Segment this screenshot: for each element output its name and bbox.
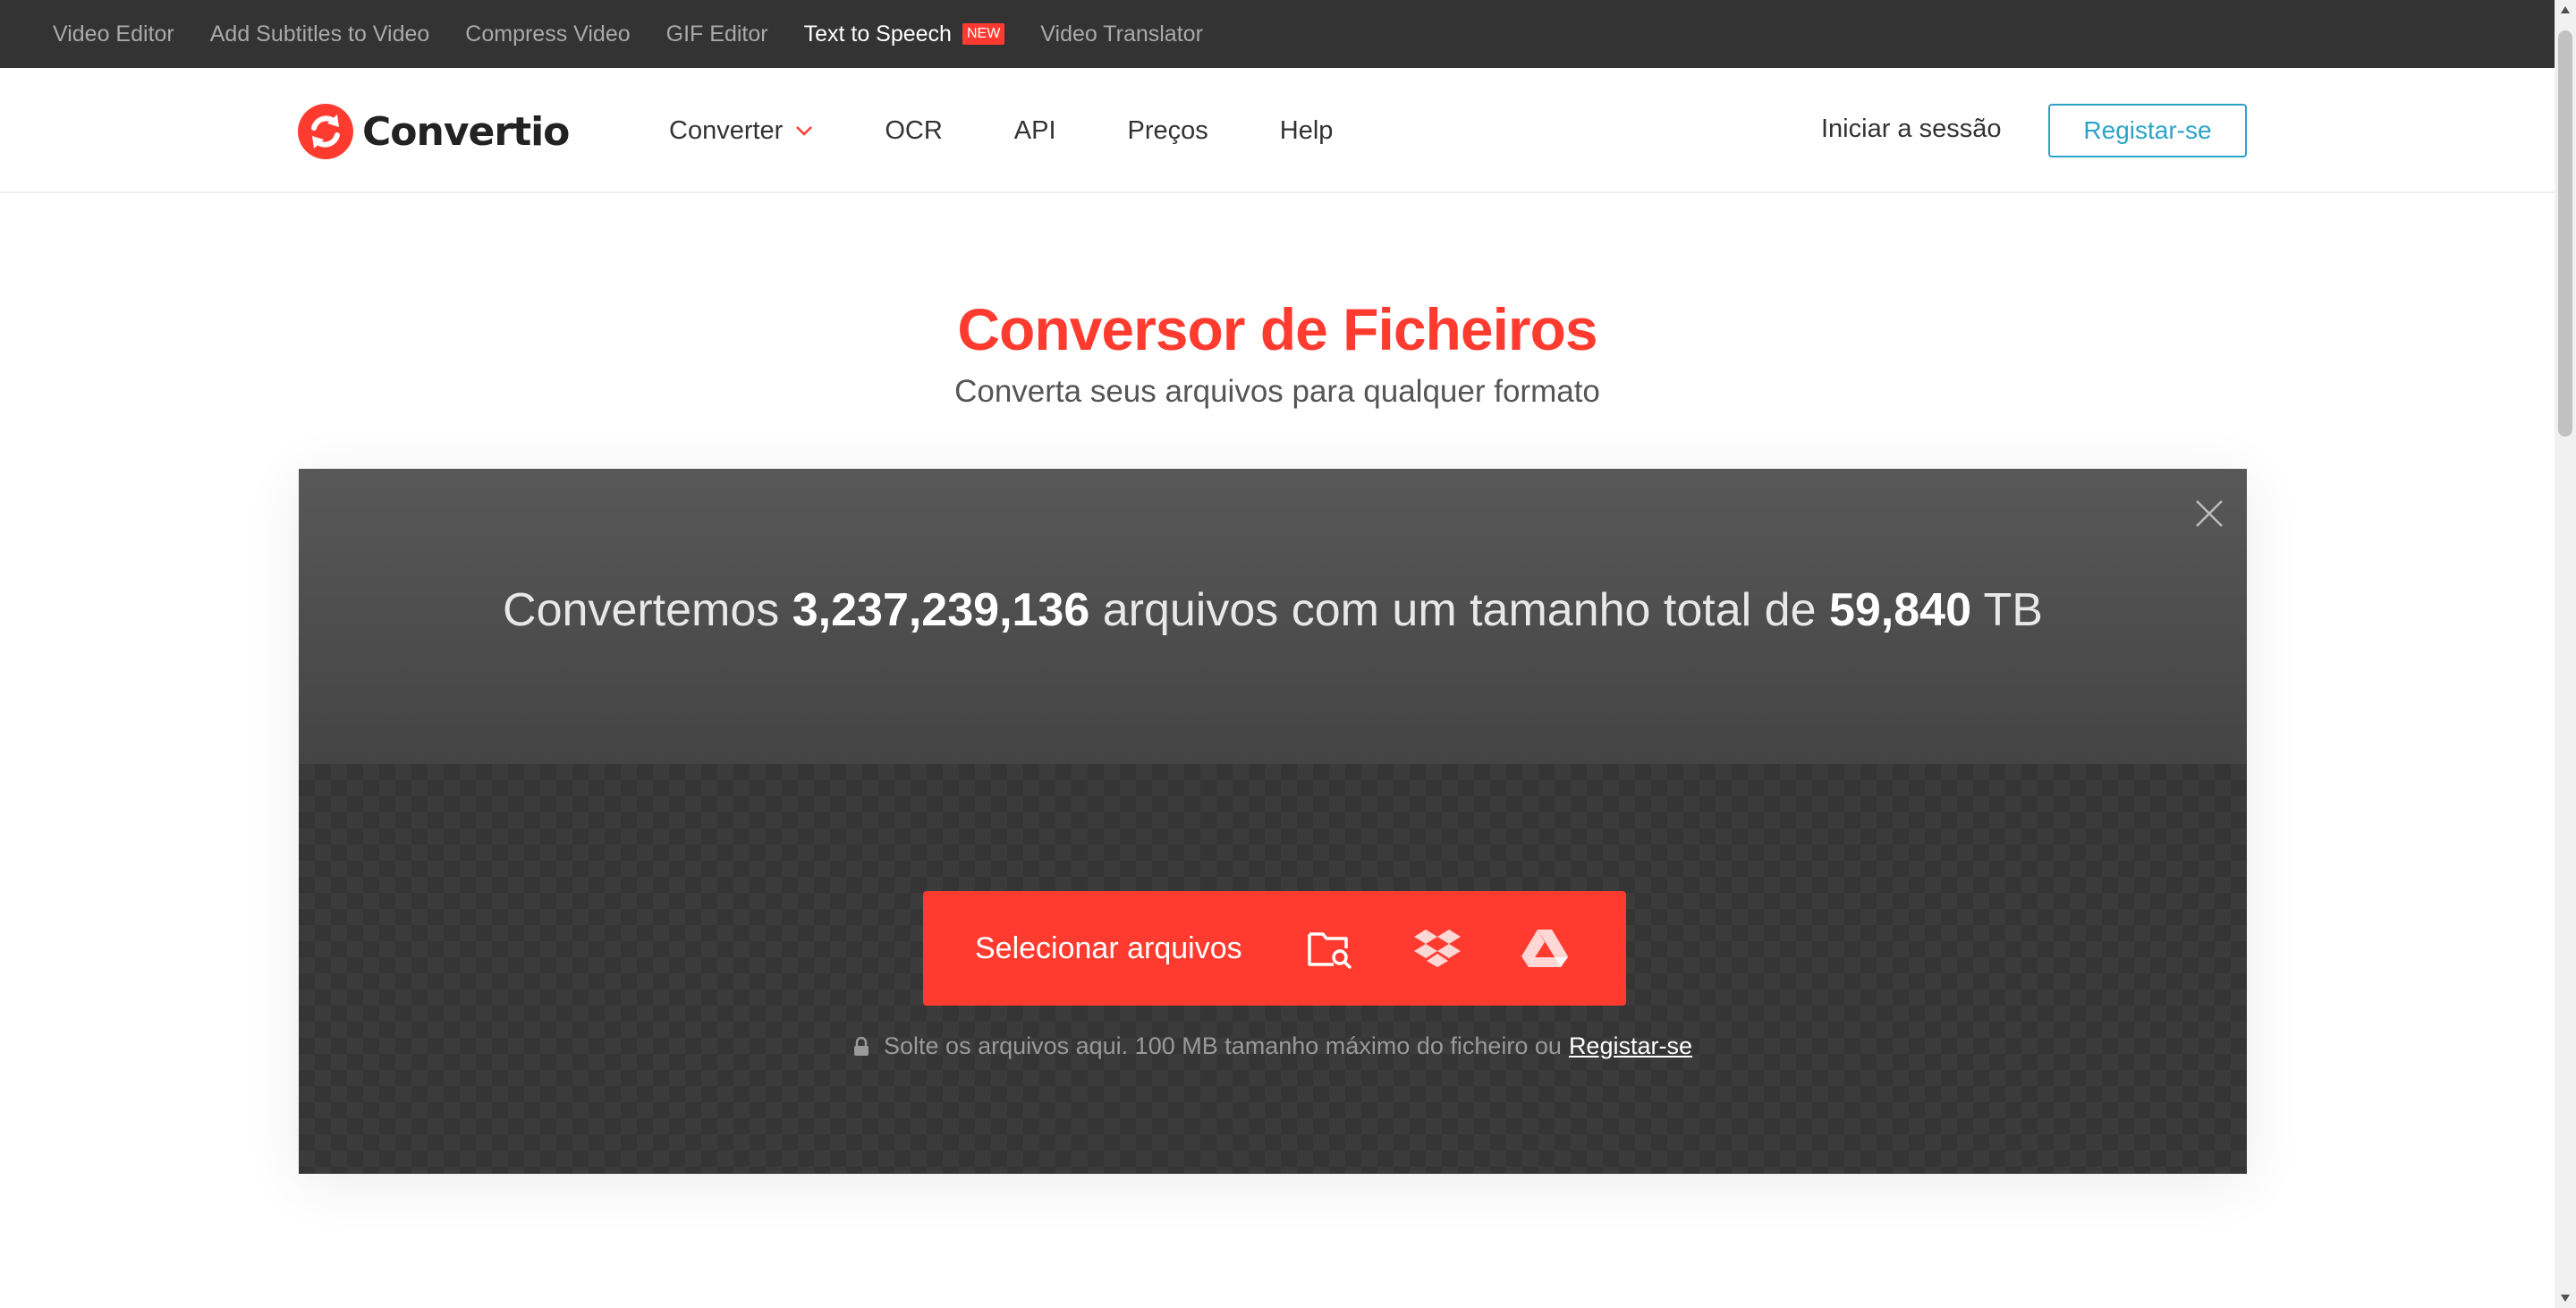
folder-search-icon[interactable] [1307,923,1353,973]
topbar-link-video-editor[interactable]: Video Editor [53,21,174,47]
stats-middle: arquivos com um tamanho total de [1102,584,1817,636]
main-nav: Converter OCR API Preços Help [669,68,1404,193]
page-title: Conversor de Ficheiros [957,296,1597,362]
google-drive-icon[interactable] [1521,923,1568,973]
topbar-link-compress-video[interactable]: Compress Video [465,21,630,47]
topbar-link-text-to-speech[interactable]: Text to Speech NEW [804,21,1005,47]
register-button[interactable]: Registar-se [2048,104,2247,157]
stats-banner: Convertemos 3,237,239,136 arquivos com u… [299,469,2247,764]
select-files-button[interactable]: Selecionar arquivos [923,891,1626,1006]
nav-help[interactable]: Help [1280,116,1334,146]
logo[interactable]: Convertio [298,104,570,159]
new-badge: NEW [962,23,1005,45]
stats-prefix: Convertemos [503,584,780,636]
scrollbar-thumb[interactable] [2558,30,2572,437]
stats-files-count: 3,237,239,136 [792,584,1090,636]
topbar-link-video-translator[interactable]: Video Translator [1040,21,1203,47]
stats-total-size: 59,840 [1828,584,1971,636]
nav-converter[interactable]: Converter [669,116,813,146]
convertio-logo-icon [298,104,353,159]
login-link[interactable]: Iniciar a sessão [1821,115,2002,144]
drop-note-text: Solte os arquivos aqui. 100 MB tamanho m… [884,1032,1562,1059]
lock-icon [854,1036,869,1056]
dropbox-icon[interactable] [1413,923,1461,973]
close-icon[interactable] [2195,499,2224,528]
upload-panel: Convertemos 3,237,239,136 arquivos com u… [299,469,2247,1174]
brand-name: Convertio [362,108,570,155]
scroll-up-arrow-icon[interactable] [2560,5,2571,14]
nav-api[interactable]: API [1014,116,1056,146]
stats-unit: TB [1983,584,2043,636]
topbar-link-text-to-speech-label: Text to Speech [803,21,952,47]
top-bar: Video Editor Add Subtitles to Video Comp… [0,0,2555,68]
main-header: Convertio Converter OCR API Preços Help … [0,68,2555,193]
select-files-label: Selecionar arquivos [975,930,1242,965]
chevron-down-icon [796,126,813,136]
page-scrollbar[interactable] [2555,0,2576,1308]
topbar-link-gif-editor[interactable]: GIF Editor [666,21,768,47]
conversion-stats: Convertemos 3,237,239,136 arquivos com u… [299,583,2247,637]
nav-converter-label: Converter [669,115,784,145]
nav-precos[interactable]: Preços [1128,116,1208,146]
scroll-down-arrow-icon[interactable] [2560,1294,2571,1303]
topbar-link-add-subtitles[interactable]: Add Subtitles to Video [210,21,430,47]
page-subtitle: Converta seus arquivos para qualquer for… [954,374,1600,409]
nav-ocr[interactable]: OCR [885,116,942,146]
drop-note: Solte os arquivos aqui. 100 MB tamanho m… [299,1032,2247,1060]
drop-note-register-link[interactable]: Registar-se [1569,1032,1692,1060]
